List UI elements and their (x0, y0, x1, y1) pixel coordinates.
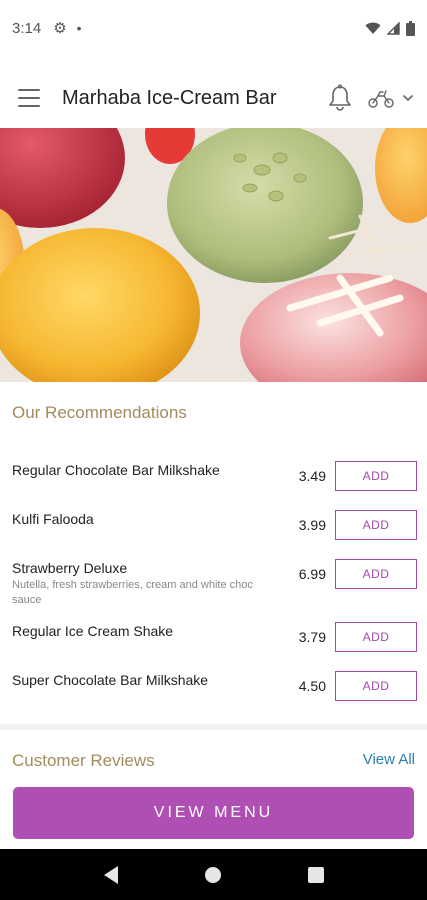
delivery-icon[interactable] (367, 87, 395, 109)
gear-icon: ⚙ (53, 20, 67, 37)
system-nav-bar (0, 849, 427, 900)
menu-item-name: Regular Chocolate Bar Milkshake (12, 462, 220, 478)
menu-item-price: 4.50 (298, 678, 326, 694)
add-button[interactable]: ADD (335, 559, 417, 589)
menu-item-description: Nutella, fresh strawberries, cream and w… (12, 579, 253, 606)
add-button[interactable]: ADD (335, 510, 417, 540)
add-button[interactable]: ADD (335, 622, 417, 652)
menu-item-name: Regular Ice Cream Shake (12, 623, 174, 639)
add-button[interactable]: ADD (335, 461, 417, 491)
notification-dot: • (76, 20, 82, 36)
menu-item: Regular Chocolate Bar Milkshake 3.49 ADD (0, 461, 427, 506)
add-button[interactable]: ADD (335, 671, 417, 701)
bell-icon[interactable] (327, 84, 353, 112)
app-bar: Marhaba Ice-Cream Bar (0, 70, 427, 126)
signal-icon (387, 21, 400, 35)
recent-apps-icon[interactable] (307, 866, 324, 883)
status-icons (365, 20, 415, 36)
menu-item-price: 3.99 (298, 517, 326, 533)
chevron-down-icon[interactable] (401, 91, 415, 105)
menu-item: Strawberry Deluxe Nutella, fresh strawbe… (0, 559, 427, 612)
section-divider (0, 724, 427, 730)
menu-item-name: Strawberry Deluxe (12, 560, 128, 576)
menu-item-price: 3.49 (298, 468, 326, 484)
menu-icon[interactable] (18, 89, 40, 107)
menu-item-name: Kulfi Falooda (12, 511, 94, 527)
page-title: Marhaba Ice-Cream Bar (62, 86, 277, 109)
recommendations-title: Our Recommendations (12, 403, 187, 422)
menu-item-name: Super Chocolate Bar Milkshake (12, 672, 209, 688)
menu-item: Regular Ice Cream Shake 3.79 ADD (0, 622, 427, 667)
menu-item: Super Chocolate Bar Milkshake 4.50 ADD (0, 671, 427, 716)
status-time: 3:14 (12, 19, 42, 37)
reviews-title: Customer Reviews (12, 751, 155, 770)
battery-icon (406, 20, 415, 36)
menu-item: Kulfi Falooda 3.99 ADD (0, 510, 427, 555)
home-icon[interactable] (204, 866, 221, 883)
view-all-link[interactable]: View All (363, 751, 415, 768)
menu-item-price: 3.79 (298, 629, 326, 645)
back-icon[interactable] (103, 865, 118, 884)
menu-item-price: 6.99 (298, 566, 326, 582)
status-bar: 3:14 ⚙ • (0, 0, 427, 56)
hero-image (0, 128, 427, 382)
view-menu-button[interactable]: VIEW MENU (13, 787, 414, 839)
wifi-icon (365, 22, 381, 34)
